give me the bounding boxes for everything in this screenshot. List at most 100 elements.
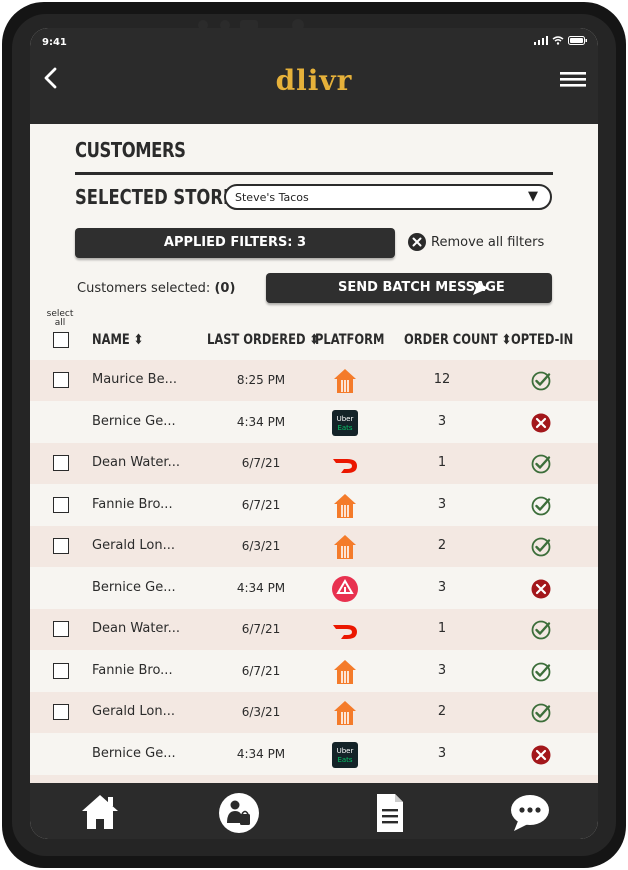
grubhub-icon [334, 701, 356, 725]
table-row[interactable]: Gerald Lon... 6/3/21 2 [30, 692, 598, 733]
remove-all-filters-button[interactable]: Remove all filters [408, 233, 544, 251]
platform-cell: Uber Eats [331, 409, 359, 437]
customer-name: Bernice Ge... [92, 579, 176, 595]
grubhub-icon [334, 659, 356, 684]
table-row[interactable]: Fannie Bro... 6/7/21 3 [30, 651, 598, 692]
chownow-icon [332, 575, 358, 602]
opted-in-check-icon [531, 496, 551, 515]
opted-in-check-icon [531, 454, 551, 474]
customer-name: Bernice Ge... [92, 745, 176, 761]
ubereats-text: Eats [337, 424, 352, 432]
menu-button[interactable] [558, 66, 588, 92]
ubereats-icon: UberEats [332, 741, 358, 768]
platform-cell [331, 699, 359, 727]
status-time: 9:41 [42, 37, 67, 48]
home-icon [82, 795, 118, 829]
document-icon [377, 794, 403, 832]
table-row[interactable]: Bernice Ge... 4:34 PM Uber Eats 3 [30, 402, 598, 443]
table-row[interactable]: Bernice Ge... 4:34 PM 3 [30, 568, 598, 609]
sort-icon: ⬍ [497, 332, 512, 348]
opted-in-status [530, 702, 552, 724]
table-row[interactable]: Gerald Lon... 6/3/21 2 [30, 526, 598, 567]
grubhub-icon [334, 535, 356, 559]
table-row[interactable]: Dean Water... 6/7/21 1 [30, 609, 598, 650]
customer-name: Dean Water... [92, 455, 180, 470]
last-ordered: 6/7/21 [241, 497, 281, 512]
send-batch-message-button[interactable]: SEND BATCH MESSAGE [266, 273, 552, 303]
nav-customers[interactable] [217, 791, 261, 835]
doordash-icon [333, 625, 357, 639]
column-order-count-label: ORDER COUNT [404, 332, 498, 348]
store-label: SELECTED STORE: [75, 185, 241, 209]
opted-in-status [530, 412, 552, 434]
customer-name: Maurice Be... [92, 372, 177, 387]
nav-home[interactable] [78, 791, 122, 835]
app-logo: dlivr [275, 64, 353, 97]
last-ordered: 4:34 PM [236, 414, 286, 429]
column-header-last-ordered[interactable]: LAST ORDERED ⬍ [207, 332, 319, 348]
customers-selected-info: Customers selected: (0) [77, 281, 235, 296]
customer-name: Gerald Lon... [92, 538, 175, 553]
row-checkbox[interactable] [53, 704, 69, 720]
opted-in-status [530, 744, 552, 766]
row-checkbox[interactable] [53, 496, 69, 513]
table-row[interactable]: Dean Water... 6/7/21 1 [30, 443, 598, 484]
row-checkbox[interactable] [53, 662, 69, 679]
title-divider [75, 172, 553, 175]
column-platform-label: PLATFORM [315, 332, 385, 348]
platform-cell [331, 658, 359, 686]
last-ordered: 6/7/21 [241, 456, 281, 470]
clear-filter-icon [408, 233, 426, 251]
table-row[interactable]: Bernice Ge... 4:34 PM Uber Eats 3 [30, 734, 598, 775]
last-ordered: 4:34 PM [236, 580, 286, 595]
opted-in-check-icon [531, 662, 551, 681]
column-header-platform: PLATFORM [315, 332, 384, 348]
app-header: dlivr [30, 56, 598, 124]
table-row[interactable]: Maurice Be... 8:25 PM 12 [30, 360, 598, 401]
customer-name: Fannie Bro... [92, 496, 173, 512]
opted-in-check-icon [531, 371, 551, 391]
row-checkbox[interactable] [53, 455, 69, 471]
nav-documents[interactable] [367, 791, 411, 835]
store-dropdown[interactable]: Steve's Tacos ▼ [224, 184, 552, 210]
platform-cell [331, 533, 359, 561]
platform-cell [331, 450, 359, 478]
opted-in-status [530, 495, 552, 517]
customer-name: Gerald Lon... [92, 704, 175, 719]
platform-cell: Uber Eats [331, 741, 359, 769]
order-count: 1 [437, 621, 447, 636]
remove-filters-label: Remove all filters [431, 234, 545, 250]
customers-selected-count: (0) [214, 281, 236, 296]
nav-messages[interactable] [508, 791, 552, 835]
column-header-name[interactable]: NAME ⬍ [92, 332, 143, 348]
applied-filters-button[interactable]: APPLIED FILTERS: 3 [75, 228, 395, 258]
customer-name: Fannie Bro... [92, 662, 173, 678]
last-ordered: 4:34 PM [236, 746, 286, 761]
customers-icon [219, 793, 259, 833]
column-name-label: NAME [92, 332, 130, 348]
row-checkbox[interactable] [53, 538, 69, 554]
opted-in-check-icon [531, 537, 551, 557]
grubhub-icon [334, 493, 356, 518]
opted-in-status [530, 661, 552, 683]
last-ordered: 8:25 PM [236, 373, 286, 387]
opted-out-x-icon [531, 745, 551, 764]
table-header: NAME ⬍ LAST ORDERED ⬍ PLATFORM ORDER COU… [30, 326, 598, 356]
row-checkbox[interactable] [53, 621, 69, 637]
platform-cell [331, 492, 359, 520]
opted-in-status [530, 370, 552, 392]
last-ordered: 6/3/21 [241, 705, 281, 719]
doordash-icon [333, 459, 357, 473]
select-all-checkbox[interactable] [53, 332, 69, 348]
row-checkbox[interactable] [53, 372, 69, 388]
table-row[interactable]: Fannie Bro... 6/7/21 3 [30, 485, 598, 526]
opted-in-status [530, 536, 552, 558]
last-ordered: 6/7/21 [241, 622, 281, 636]
hamburger-menu-icon [560, 72, 586, 87]
order-count: 2 [437, 538, 447, 553]
column-opted-in-label: OPTED-IN [511, 332, 574, 348]
column-header-order-count[interactable]: ORDER COUNT ⬍ [404, 332, 511, 348]
wifi-icon [552, 36, 564, 45]
last-ordered: 6/7/21 [241, 663, 281, 678]
battery-icon [568, 36, 587, 45]
